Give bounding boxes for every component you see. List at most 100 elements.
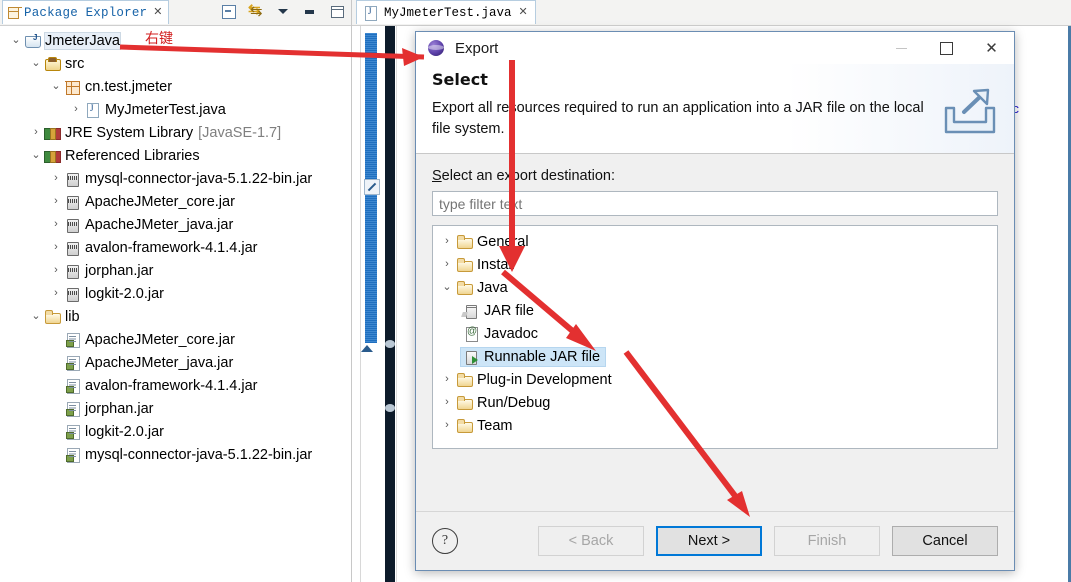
tree-row[interactable]: ›avalon-framework-4.1.4.jar (0, 374, 351, 397)
collapse-arrow-icon[interactable]: ⌄ (28, 144, 44, 167)
tree-row[interactable]: ›ApacheJMeter_core.jar (0, 328, 351, 351)
expand-arrow-icon[interactable]: › (439, 368, 455, 391)
expand-arrow-icon[interactable]: › (48, 236, 64, 259)
package-explorer-tabbar: Package Explorer ✕ (0, 0, 351, 26)
tree-row[interactable]: ›avalon-framework-4.1.4.jar (0, 236, 351, 259)
folder-icon (456, 257, 473, 273)
overview-marker[interactable] (385, 404, 395, 412)
export-banner-icon (940, 86, 1000, 138)
expand-arrow-icon[interactable]: › (48, 259, 64, 282)
editor-overview-ruler[interactable] (385, 26, 395, 582)
export-destination-row[interactable]: › Plug-in Development (433, 368, 997, 391)
tree-row-label: src (65, 55, 85, 72)
tree-row[interactable]: ›logkit-2.0.jar (0, 420, 351, 443)
scroll-up-arrow-icon[interactable] (361, 345, 373, 352)
tree-row[interactable]: › mysql-connector-java-5.1.22-bin.jar (0, 167, 351, 190)
view-menu-icon[interactable] (275, 3, 291, 19)
tab-package-explorer[interactable]: Package Explorer ✕ (2, 0, 170, 24)
tree-row[interactable]: ›mysql-connector-java-5.1.22-bin.jar (0, 443, 351, 466)
export-destination-tree[interactable]: › General › Install ⌄ Java JAR file Javadoc Runn… (432, 225, 998, 449)
overview-marker[interactable] (385, 340, 395, 348)
dialog-body: Select an export destination: › General › I… (416, 154, 1014, 546)
collapse-arrow-icon[interactable]: ⌄ (28, 52, 44, 75)
dialog-footer: ? < Back Next > Finish Cancel (416, 511, 1014, 570)
export-destination-row[interactable]: Runnable JAR file (433, 345, 997, 368)
minimize-icon[interactable] (302, 3, 318, 19)
expand-arrow-icon[interactable]: › (28, 121, 44, 144)
maximize-icon[interactable] (924, 32, 969, 64)
export-destination-row[interactable]: Javadoc (433, 322, 997, 345)
expand-arrow-icon[interactable]: › (439, 230, 455, 253)
collapse-arrow-icon[interactable]: ⌄ (8, 29, 24, 52)
export-destination-row-content: General (455, 233, 534, 251)
expand-arrow-icon[interactable]: › (48, 213, 64, 236)
expand-arrow-icon[interactable]: › (48, 190, 64, 213)
tab-myjmetertest-java[interactable]: MyJmeterTest.java ✕ (356, 0, 536, 24)
export-destination-row[interactable]: › Install (433, 253, 997, 276)
tree-row-label: JmeterJava (44, 31, 121, 50)
next-button[interactable]: Next > (656, 526, 762, 556)
help-icon[interactable]: ? (432, 528, 458, 554)
export-destination-row-content: Run/Debug (455, 394, 555, 412)
window-buttons: ✕ (879, 32, 1014, 64)
tree-row[interactable]: ⌄ lib (0, 305, 351, 328)
tree-row[interactable]: › JRE System Library [JavaSE-1.7] (0, 121, 351, 144)
dialog-titlebar[interactable]: Export ✕ (416, 32, 1014, 64)
tree-row[interactable]: › MyJmeterTest.java (0, 98, 351, 121)
jar-icon (64, 217, 81, 233)
tree-row-label: ApacheJMeter_java.jar (85, 354, 234, 371)
expand-arrow-icon[interactable]: › (439, 253, 455, 276)
finish-button[interactable]: Finish (774, 526, 880, 556)
tree-row-label: mysql-connector-java-5.1.22-bin.jar (85, 170, 313, 187)
tree-row[interactable]: ›logkit-2.0.jar (0, 282, 351, 305)
jar-icon (64, 286, 81, 302)
tree-row[interactable]: › ApacheJMeter_java.jar (0, 213, 351, 236)
tree-row-label: ApacheJMeter_java.jar (85, 216, 234, 233)
export-destination-label-item: Install (477, 256, 515, 273)
export-destination-row[interactable]: › General (433, 230, 997, 253)
filter-input[interactable] (432, 191, 998, 216)
tree-row-suffix: [JavaSE-1.7] (198, 124, 282, 141)
link-with-editor-icon[interactable] (248, 0, 264, 20)
cancel-button[interactable]: Cancel (892, 526, 998, 556)
tree-row[interactable]: ›jorphan.jar (0, 259, 351, 282)
export-destination-row-content: JAR file (461, 302, 539, 320)
view-toolbar (221, 0, 345, 20)
jar-icon (64, 194, 81, 210)
minimize-icon[interactable] (879, 32, 924, 64)
expand-arrow-icon[interactable]: › (439, 391, 455, 414)
export-destination-label-item: Runnable JAR file (484, 348, 601, 365)
project-tree: ⌄JmeterJava⌄src⌄cn.test.jmeter›MyJmeterT… (0, 26, 351, 466)
export-destination-row[interactable]: › Team (433, 414, 997, 437)
tree-row[interactable]: ›ApacheJMeter_java.jar (0, 351, 351, 374)
dialog-header-title: Select (432, 70, 488, 89)
expand-arrow-icon[interactable]: › (439, 414, 455, 437)
expand-arrow-icon[interactable]: › (48, 282, 64, 305)
tree-row[interactable]: ⌄ JmeterJava (0, 29, 351, 52)
expand-arrow-icon[interactable]: › (68, 98, 84, 121)
export-destination-label-item: General (477, 233, 529, 250)
expand-arrow-icon[interactable]: › (48, 167, 64, 190)
file-icon (64, 424, 81, 440)
javadoc-icon (462, 326, 480, 342)
maximize-icon[interactable] (329, 3, 345, 19)
tree-row[interactable]: ⌄ Referenced Libraries (0, 144, 351, 167)
tree-row[interactable]: ›ApacheJMeter_core.jar (0, 190, 351, 213)
export-destination-row[interactable]: ⌄ Java (433, 276, 997, 299)
collapse-arrow-icon[interactable]: ⌄ (439, 276, 455, 299)
close-icon[interactable]: ✕ (519, 7, 528, 18)
collapse-arrow-icon[interactable]: ⌄ (48, 75, 64, 98)
export-destination-row[interactable]: › Run/Debug (433, 391, 997, 414)
back-button[interactable]: < Back (538, 526, 644, 556)
folding-marker-icon[interactable] (364, 179, 380, 195)
close-icon[interactable]: ✕ (153, 7, 162, 18)
tree-row[interactable]: ⌄ src (0, 52, 351, 75)
tree-row[interactable]: ⌄ cn.test.jmeter (0, 75, 351, 98)
src-icon (44, 56, 61, 72)
export-destination-row[interactable]: JAR file (433, 299, 997, 322)
collapse-all-icon[interactable] (221, 3, 237, 19)
tree-row[interactable]: ›jorphan.jar (0, 397, 351, 420)
collapse-arrow-icon[interactable]: ⌄ (28, 305, 44, 328)
close-icon[interactable]: ✕ (969, 32, 1014, 64)
jarrun-icon (462, 349, 480, 365)
